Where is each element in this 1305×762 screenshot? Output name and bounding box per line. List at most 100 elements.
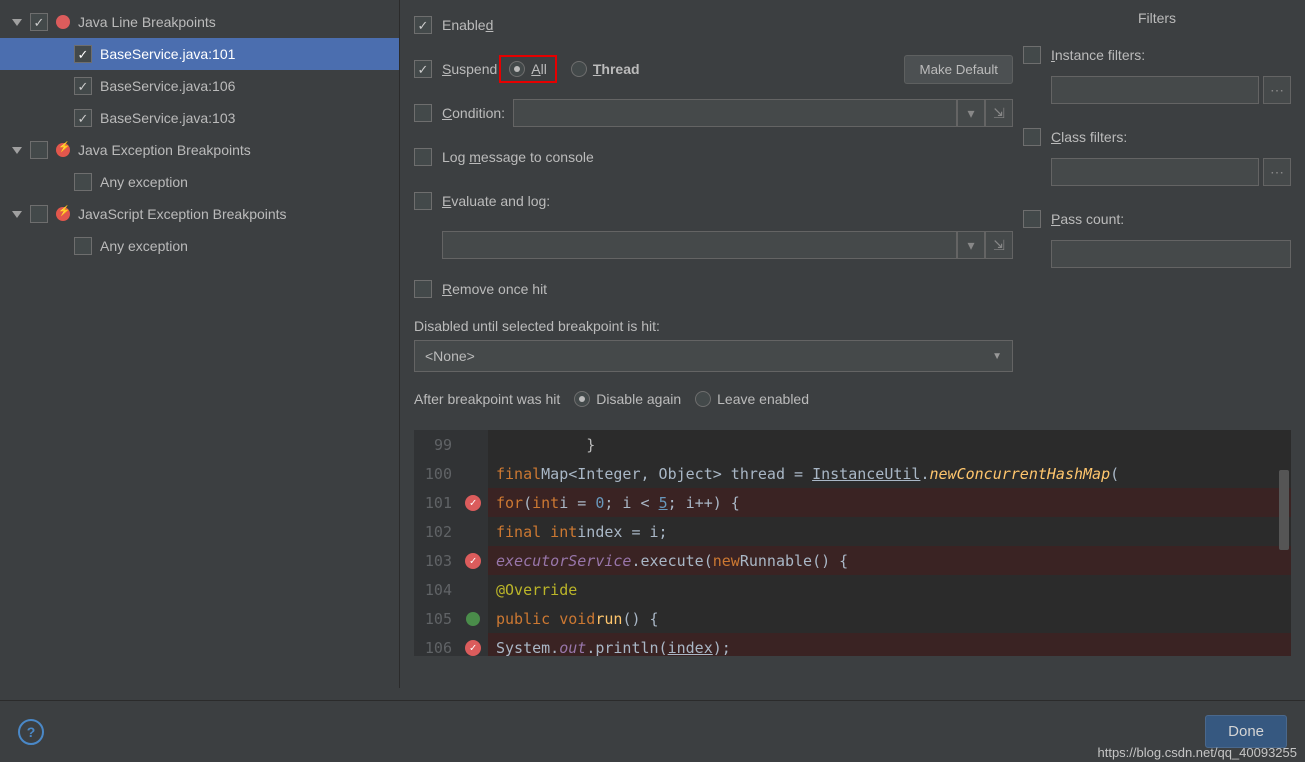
item-label: Any exception	[100, 238, 188, 254]
tree-item[interactable]: Any exception	[0, 230, 399, 262]
item-checkbox[interactable]	[74, 173, 92, 191]
scrollbar-thumb[interactable]	[1279, 470, 1289, 550]
disable-again-radio[interactable]	[574, 391, 590, 407]
code-text: final int index = i;	[488, 517, 1291, 546]
breakpoint-options: Enabled Suspend All Thread Make Default	[400, 0, 1305, 688]
instance-filters-checkbox[interactable]	[1023, 46, 1041, 64]
code-line[interactable]: 100 final Map<Integer, Object> thread = …	[414, 459, 1291, 488]
pass-count-label: Pass count:	[1051, 211, 1124, 227]
tree-item[interactable]: BaseService.java:103	[0, 102, 399, 134]
enabled-checkbox[interactable]	[414, 16, 432, 34]
suspend-all-highlight: All	[499, 55, 557, 83]
after-hit-label: After breakpoint was hit	[414, 391, 560, 407]
code-text: public void run() {	[488, 604, 1291, 633]
disabled-until-label: Disabled until selected breakpoint is hi…	[414, 318, 1013, 334]
group-label: Java Line Breakpoints	[78, 14, 216, 30]
condition-expand-icon[interactable]: ⇲	[985, 99, 1013, 127]
evaluate-expand-icon[interactable]: ⇲	[985, 231, 1013, 259]
suspend-label: Suspend	[442, 61, 497, 77]
code-text: executorService.execute(new Runnable() {	[488, 546, 1291, 575]
pass-count-field[interactable]	[1051, 240, 1291, 268]
override-gutter-icon[interactable]	[466, 612, 480, 626]
group-checkbox[interactable]	[30, 13, 48, 31]
evaluate-checkbox[interactable]	[414, 192, 432, 210]
breakpoint-tree: Java Line Breakpoints BaseService.java:1…	[0, 0, 400, 688]
condition-field[interactable]	[513, 99, 957, 127]
code-line[interactable]: 104 @Override	[414, 575, 1291, 604]
make-default-button[interactable]: Make Default	[904, 55, 1013, 84]
class-filters-more-icon[interactable]: ⋯	[1263, 158, 1291, 186]
tree-item[interactable]: Any exception	[0, 166, 399, 198]
line-number: 104	[414, 575, 458, 604]
gutter[interactable]	[458, 430, 488, 459]
class-filters-checkbox[interactable]	[1023, 128, 1041, 146]
evaluate-label: Evaluate and log:	[442, 193, 550, 209]
line-number: 99	[414, 430, 458, 459]
item-checkbox[interactable]	[74, 45, 92, 63]
filters-title: Filters	[1023, 10, 1291, 26]
line-number: 105	[414, 604, 458, 633]
gutter[interactable]: ✓	[458, 633, 488, 656]
condition-checkbox[interactable]	[414, 104, 432, 122]
code-preview[interactable]: 99 }100 final Map<Integer, Object> threa…	[414, 430, 1291, 656]
group-label: JavaScript Exception Breakpoints	[78, 206, 287, 222]
evaluate-field[interactable]	[442, 231, 957, 259]
help-icon[interactable]: ?	[18, 719, 44, 745]
class-filters-label: Class filters:	[1051, 129, 1127, 145]
gutter[interactable]	[458, 604, 488, 633]
group-checkbox[interactable]	[30, 141, 48, 159]
suspend-thread-label: Thread	[593, 61, 640, 77]
remove-once-label: Remove once hit	[442, 281, 547, 297]
gutter[interactable]	[458, 517, 488, 546]
item-checkbox[interactable]	[74, 77, 92, 95]
evaluate-dropdown-icon[interactable]: ▾	[957, 231, 985, 259]
code-line[interactable]: 102 final int index = i;	[414, 517, 1291, 546]
item-label: BaseService.java:106	[100, 78, 235, 94]
instance-filters-more-icon[interactable]: ⋯	[1263, 76, 1291, 104]
leave-enabled-label: Leave enabled	[717, 391, 809, 407]
suspend-thread-radio[interactable]	[571, 61, 587, 77]
code-line[interactable]: 101 ✓ for (int i = 0; i < 5; i++) {	[414, 488, 1291, 517]
log-checkbox[interactable]	[414, 148, 432, 166]
class-filters-field[interactable]	[1051, 158, 1259, 186]
disabled-until-select[interactable]: <None>	[414, 340, 1013, 372]
tree-group[interactable]: Java Line Breakpoints	[0, 6, 399, 38]
tree-item[interactable]: BaseService.java:106	[0, 70, 399, 102]
gutter[interactable]: ✓	[458, 488, 488, 517]
breakpoint-gutter-icon[interactable]: ✓	[465, 553, 481, 569]
gutter[interactable]	[458, 459, 488, 488]
code-line[interactable]: 99 }	[414, 430, 1291, 459]
code-line[interactable]: 103 ✓ executorService.execute(new Runnab…	[414, 546, 1291, 575]
breakpoint-gutter-icon[interactable]: ✓	[465, 640, 481, 656]
tree-group[interactable]: Java Exception Breakpoints	[0, 134, 399, 166]
expand-arrow-icon[interactable]	[12, 147, 22, 154]
item-checkbox[interactable]	[74, 109, 92, 127]
gutter[interactable]	[458, 575, 488, 604]
breakpoint-icon	[56, 143, 70, 157]
leave-enabled-radio[interactable]	[695, 391, 711, 407]
code-text: @Override	[488, 575, 1291, 604]
bottom-bar: ? Done https://blog.csdn.net/qq_40093255	[0, 700, 1305, 762]
tree-item[interactable]: BaseService.java:101	[0, 38, 399, 70]
suspend-all-radio[interactable]	[509, 61, 525, 77]
expand-arrow-icon[interactable]	[12, 211, 22, 218]
line-number: 103	[414, 546, 458, 575]
gutter[interactable]: ✓	[458, 546, 488, 575]
code-line[interactable]: 106 ✓ System.out.println(index);	[414, 633, 1291, 656]
expand-arrow-icon[interactable]	[12, 19, 22, 26]
done-button[interactable]: Done	[1205, 715, 1287, 748]
condition-dropdown-icon[interactable]: ▾	[957, 99, 985, 127]
group-checkbox[interactable]	[30, 205, 48, 223]
enabled-label: Enabled	[442, 17, 493, 33]
suspend-checkbox[interactable]	[414, 60, 432, 78]
item-label: Any exception	[100, 174, 188, 190]
item-checkbox[interactable]	[74, 237, 92, 255]
breakpoint-icon	[56, 15, 70, 29]
instance-filters-field[interactable]	[1051, 76, 1259, 104]
instance-filters-label: Instance filters:	[1051, 47, 1145, 63]
pass-count-checkbox[interactable]	[1023, 210, 1041, 228]
remove-once-checkbox[interactable]	[414, 280, 432, 298]
breakpoint-gutter-icon[interactable]: ✓	[465, 495, 481, 511]
code-line[interactable]: 105 public void run() {	[414, 604, 1291, 633]
tree-group[interactable]: JavaScript Exception Breakpoints	[0, 198, 399, 230]
